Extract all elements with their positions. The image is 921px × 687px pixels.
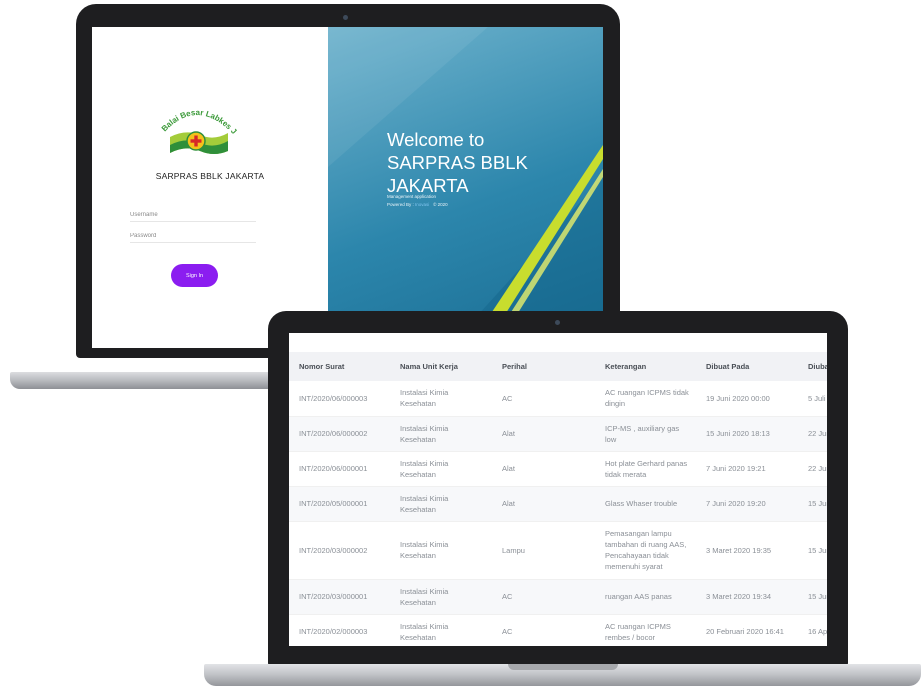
welcome-subtitle: Management application Powered By : Inov…	[387, 193, 448, 209]
sign-in-button[interactable]: Sign In	[171, 264, 218, 287]
cell-dibuat-pada: 15 Juni 2020 18:13	[696, 416, 798, 452]
cell-perihal: Alat	[492, 451, 595, 487]
cell-unit-kerja: Instalasi Kimia Kesehatan	[390, 451, 492, 487]
cell-nomor-surat: INT/2020/03/000002	[289, 521, 390, 580]
cell-perihal: AC	[492, 381, 595, 417]
management-label: Management application	[387, 194, 437, 199]
cell-diubah: 22 Juni 2020	[798, 451, 827, 487]
table-row[interactable]: INT/2020/06/000002 Instalasi Kimia Keseh…	[289, 416, 827, 452]
powered-by-label: Powered By :	[387, 202, 414, 207]
cell-nomor-surat: INT/2020/02/000003	[289, 614, 390, 646]
powered-by-link[interactable]: Inovasi	[415, 202, 429, 207]
logo-text: Balai Besar Labkes Jakarta	[154, 94, 239, 136]
cell-nomor-surat: INT/2020/06/000001	[289, 451, 390, 487]
cell-unit-kerja: Instalasi Kimia Kesehatan	[390, 381, 492, 417]
cell-unit-kerja: Instalasi Kimia Kesehatan	[390, 416, 492, 452]
cell-perihal: Alat	[492, 416, 595, 452]
welcome-line-2: SARPRAS BBLK JAKARTA	[387, 152, 528, 196]
cell-unit-kerja: Instalasi Kimia Kesehatan	[390, 614, 492, 646]
cell-dibuat-pada: 7 Juni 2020 19:20	[696, 486, 798, 522]
copyright-text: © 2020	[433, 202, 448, 207]
col-header-keterangan[interactable]: Keterangan	[595, 352, 696, 381]
welcome-title: Welcome to SARPRAS BBLK JAKARTA	[387, 128, 603, 197]
col-header-perihal[interactable]: Perihal	[492, 352, 595, 381]
camera-icon	[343, 15, 348, 20]
svg-text:Balai Besar Labkes Jakarta: Balai Besar Labkes Jakarta	[156, 101, 238, 136]
cell-keterangan: ICP-MS , auxiliary gas low	[595, 416, 696, 452]
col-header-diubah[interactable]: Diubah	[798, 352, 827, 381]
cell-keterangan: AC ruangan ICPMS rembes / bocor	[595, 614, 696, 646]
cell-diubah: 16 April 2020	[798, 614, 827, 646]
cell-keterangan: Hot plate Gerhard panas tidak merata	[595, 451, 696, 487]
table-row[interactable]: INT/2020/03/000002 Instalasi Kimia Keseh…	[289, 521, 827, 580]
cell-diubah: 15 Juni 2020	[798, 579, 827, 615]
login-screen: Balai Besar Labkes Jakarta SARPRAS BBLK …	[92, 27, 603, 348]
login-panel: Balai Besar Labkes Jakarta SARPRAS BBLK …	[92, 27, 328, 348]
welcome-line-1: Welcome to	[387, 129, 485, 150]
cell-dibuat-pada: 3 Maret 2020 19:34	[696, 579, 798, 615]
username-input[interactable]	[130, 208, 256, 222]
cell-nomor-surat: INT/2020/03/000001	[289, 579, 390, 615]
table-row[interactable]: INT/2020/05/000001 Instalasi Kimia Keseh…	[289, 486, 827, 522]
cell-perihal: Alat	[492, 486, 595, 522]
powered-by-line: Powered By : Inovasi © 2020	[387, 201, 448, 209]
letters-table: Nomor Surat Nama Unit Kerja Perihal Kete…	[289, 352, 827, 646]
cell-nomor-surat: INT/2020/05/000001	[289, 486, 390, 522]
bblk-logo: Balai Besar Labkes Jakarta	[154, 94, 238, 157]
camera-icon	[555, 320, 560, 325]
cell-perihal: AC	[492, 579, 595, 615]
password-input[interactable]	[130, 229, 256, 243]
table-row[interactable]: INT/2020/02/000003 Instalasi Kimia Keseh…	[289, 614, 827, 646]
table-row[interactable]: INT/2020/03/000001 Instalasi Kimia Keseh…	[289, 579, 827, 615]
cell-diubah: 15 Juni 2020	[798, 521, 827, 580]
cell-dibuat-pada: 19 Juni 2020 00:00	[696, 381, 798, 417]
laptop-front-notch	[508, 664, 618, 670]
cell-unit-kerja: Instalasi Kimia Kesehatan	[390, 486, 492, 522]
cell-unit-kerja: Instalasi Kimia Kesehatan	[390, 579, 492, 615]
cell-perihal: AC	[492, 614, 595, 646]
cell-nomor-surat: INT/2020/06/000002	[289, 416, 390, 452]
cell-diubah: 5 Juli 2020	[798, 381, 827, 417]
cell-nomor-surat: INT/2020/06/000003	[289, 381, 390, 417]
cell-perihal: Lampu	[492, 521, 595, 580]
cell-diubah: 15 Juni 2020	[798, 486, 827, 522]
cell-dibuat-pada: 7 Juni 2020 19:21	[696, 451, 798, 487]
cell-keterangan: Pemasangan lampu tambahan di ruang AAS, …	[595, 521, 696, 580]
cell-keterangan: AC ruangan ICPMS tidak dingin	[595, 381, 696, 417]
app-name: SARPRAS BBLK JAKARTA	[155, 171, 265, 181]
cell-dibuat-pada: 20 Februari 2020 16:41	[696, 614, 798, 646]
col-header-dibuat-pada[interactable]: Dibuat Pada	[696, 352, 798, 381]
cell-keterangan: ruangan AAS panas	[595, 579, 696, 615]
col-header-nomor-surat[interactable]: Nomor Surat	[289, 352, 390, 381]
table-header-row: Nomor Surat Nama Unit Kerja Perihal Kete…	[289, 352, 827, 381]
table-row[interactable]: INT/2020/06/000003 Instalasi Kimia Keseh…	[289, 381, 827, 417]
welcome-panel: Welcome to SARPRAS BBLK JAKARTA Manageme…	[328, 27, 603, 348]
cell-unit-kerja: Instalasi Kimia Kesehatan	[390, 521, 492, 580]
letters-table-screen: Nomor Surat Nama Unit Kerja Perihal Kete…	[289, 333, 827, 646]
col-header-nama-unit-kerja[interactable]: Nama Unit Kerja	[390, 352, 492, 381]
cell-dibuat-pada: 3 Maret 2020 19:35	[696, 521, 798, 580]
table-row[interactable]: INT/2020/06/000001 Instalasi Kimia Keseh…	[289, 451, 827, 487]
cell-diubah: 22 Juni 2020	[798, 416, 827, 452]
cell-keterangan: Glass Whaser trouble	[595, 486, 696, 522]
